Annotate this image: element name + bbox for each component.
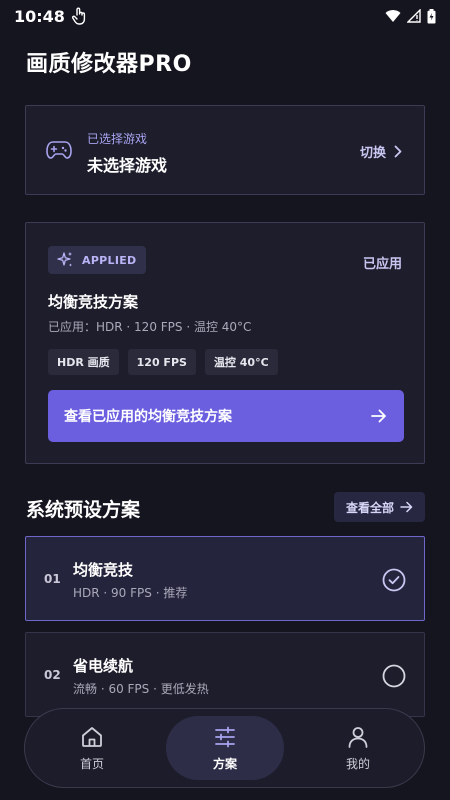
tag-hdr: HDR 画质 (48, 349, 119, 375)
wifi-icon (385, 10, 401, 22)
nav-item-profile[interactable]: 我的 (299, 716, 417, 780)
arrow-right-icon (371, 409, 386, 423)
nav-label: 方案 (212, 756, 237, 771)
preset-index: 01 (44, 572, 61, 586)
nav-label: 首页 (79, 756, 104, 771)
applied-badge: APPLIED (48, 246, 147, 274)
preset-item-power-saving[interactable]: 02 省电续航 流畅 · 60 FPS · 更低发热 (25, 632, 425, 717)
sliders-icon (215, 726, 235, 747)
nav-item-plans[interactable]: 方案 (166, 716, 284, 780)
page-title: 画质修改器PRO (26, 52, 192, 77)
status-indicators (385, 8, 436, 24)
nav-label: 我的 (345, 756, 370, 771)
radio-circle-icon[interactable] (382, 664, 406, 688)
view-all-button[interactable]: 查看全部 (334, 492, 425, 522)
chevron-right-icon (394, 145, 402, 158)
nav-item-home[interactable]: 首页 (33, 716, 151, 780)
view-applied-plan-button[interactable]: 查看已应用的均衡竞技方案 (48, 390, 404, 442)
view-applied-plan-label: 查看已应用的均衡竞技方案 (64, 409, 232, 425)
selected-game-name: 未选择游戏 (87, 156, 168, 175)
preset-desc: HDR · 90 FPS · 推荐 (73, 586, 188, 600)
applied-badge-label: APPLIED (82, 253, 137, 267)
touch-hand-icon (71, 7, 86, 25)
applied-plan-card: APPLIED 已应用 均衡竞技方案 已应用：HDR · 120 FPS · 温… (25, 222, 425, 464)
sparkle-icon (57, 252, 72, 267)
switch-label: 切换 (359, 146, 386, 161)
preset-item-balanced[interactable]: 01 均衡竞技 HDR · 90 FPS · 推荐 (25, 536, 425, 621)
gamepad-icon (46, 141, 72, 159)
switch-game-button[interactable]: 切换 (360, 142, 402, 161)
status-time: 10:48 (14, 6, 65, 26)
applied-plan-name: 均衡竞技方案 (48, 293, 139, 311)
presets-section-title: 系统预设方案 (26, 499, 141, 521)
status-bar: 10:48 (0, 0, 450, 32)
applied-status: 已应用 (362, 257, 402, 272)
applied-plan-tags: HDR 画质 120 FPS 温控 40°C (48, 349, 278, 375)
user-icon (348, 726, 368, 748)
view-all-label: 查看全部 (345, 500, 394, 515)
check-circle-icon[interactable] (382, 568, 406, 592)
game-selector-card[interactable]: 已选择游戏 未选择游戏 切换 (25, 105, 425, 195)
arrow-right-icon (400, 501, 413, 513)
applied-plan-detail: 已应用：HDR · 120 FPS · 温控 40°C (48, 320, 252, 334)
signal-icon (407, 9, 421, 23)
tag-fps: 120 FPS (127, 349, 196, 375)
bottom-navigation: 首页 方案 我的 (24, 708, 425, 788)
preset-desc: 流畅 · 60 FPS · 更低发热 (73, 682, 209, 696)
preset-index: 02 (44, 668, 61, 682)
home-icon (82, 726, 102, 747)
game-caption: 已选择游戏 (87, 132, 148, 146)
preset-name: 均衡竞技 (73, 561, 134, 579)
tag-temperature: 温控 40°C (204, 349, 278, 375)
battery-icon (427, 8, 436, 23)
preset-name: 省电续航 (73, 657, 134, 675)
